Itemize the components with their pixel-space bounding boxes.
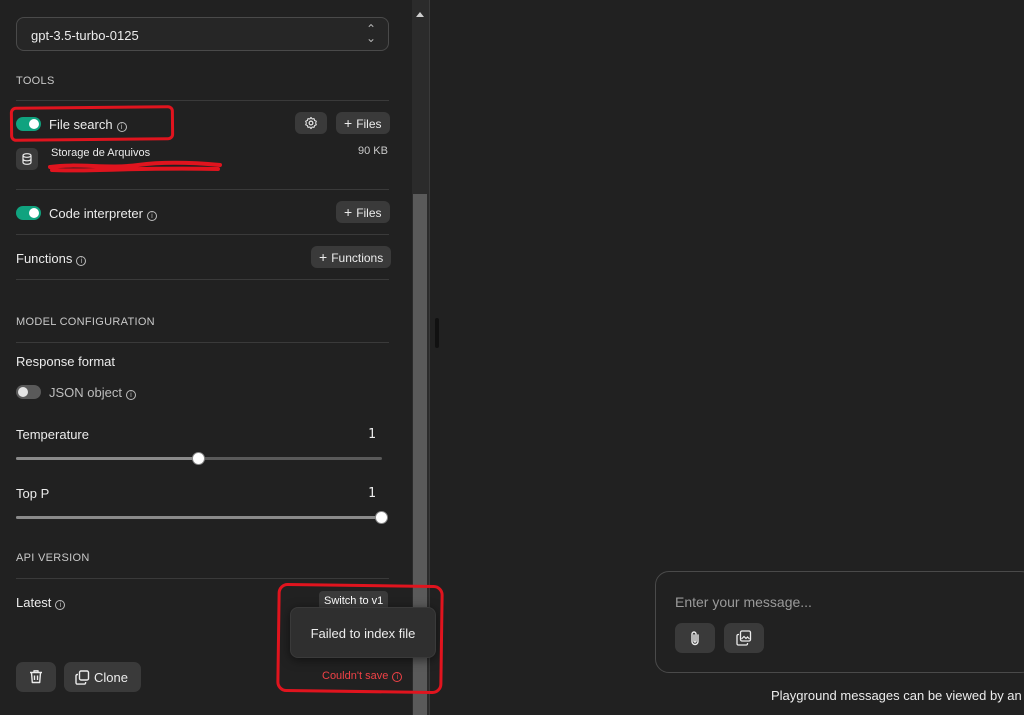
temperature-slider-thumb[interactable] <box>192 452 205 465</box>
privacy-footer-note: Playground messages can be viewed by an <box>771 688 1022 703</box>
annotation-scribble <box>48 160 222 173</box>
model-select[interactable]: gpt-3.5-turbo-0125 ⌃ ⌄ <box>16 17 389 51</box>
divider <box>16 189 389 190</box>
file-search-add-files-button[interactable]: + Files <box>336 112 390 134</box>
info-icon[interactable]: i <box>76 256 87 266</box>
scroll-up-arrow-icon[interactable] <box>416 12 424 17</box>
plus-icon: + <box>344 115 353 131</box>
temperature-label: Temperature <box>16 427 89 442</box>
database-icon <box>16 148 38 170</box>
plus-icon: + <box>344 204 353 220</box>
temperature-value[interactable]: 1 <box>368 427 376 442</box>
top-p-value[interactable]: 1 <box>368 486 376 501</box>
functions-label-text: Functions <box>16 251 73 266</box>
paperclip-icon <box>691 631 699 646</box>
tools-section-title: TOOLS <box>16 75 55 87</box>
divider <box>16 279 389 280</box>
clone-assistant-button[interactable]: Clone <box>64 662 141 692</box>
json-object-label: JSON object i <box>49 385 136 400</box>
info-icon[interactable]: i <box>125 390 136 400</box>
add-function-button[interactable]: + Functions <box>311 246 392 268</box>
resize-handle[interactable] <box>435 318 439 348</box>
api-version-section-title: API VERSION <box>16 552 90 564</box>
code-interpreter-label: Code interpreter i <box>49 206 157 221</box>
image-upload-button[interactable] <box>724 623 764 653</box>
model-config-section-title: MODEL CONFIGURATION <box>16 316 155 328</box>
message-input[interactable] <box>675 594 1015 610</box>
divider <box>16 578 389 579</box>
chevron-updown-icon: ⌃ ⌄ <box>365 22 376 45</box>
code-interpreter-label-text: Code interpreter <box>49 206 143 221</box>
attach-button[interactable] <box>675 623 715 653</box>
info-icon[interactable]: i <box>55 600 66 610</box>
response-format-label: Response format <box>16 354 115 369</box>
slider-fill <box>16 516 382 519</box>
annotation-box-file-search <box>9 105 175 142</box>
top-p-slider[interactable] <box>16 511 388 524</box>
gear-icon <box>305 116 317 130</box>
toggle-knob <box>29 208 39 218</box>
file-search-settings-button[interactable] <box>295 112 327 134</box>
slider-fill <box>16 457 199 460</box>
copy-icon <box>75 670 90 685</box>
clone-label: Clone <box>94 670 128 685</box>
temperature-slider[interactable] <box>16 452 382 465</box>
functions-label: Functions i <box>16 251 87 266</box>
toggle-knob <box>18 387 28 397</box>
code-interpreter-add-files-button[interactable]: + Files <box>336 201 390 223</box>
json-object-toggle[interactable] <box>16 385 41 399</box>
button-label: Files <box>356 117 382 131</box>
code-interpreter-toggle[interactable] <box>16 206 41 220</box>
json-object-label-text: JSON object <box>49 385 122 400</box>
divider <box>16 100 389 101</box>
top-p-slider-thumb[interactable] <box>375 511 388 524</box>
button-label: Functions <box>331 251 384 265</box>
button-label: Files <box>356 206 382 220</box>
model-select-value: gpt-3.5-turbo-0125 <box>31 28 139 43</box>
vector-store-size: 90 KB <box>358 145 388 157</box>
trash-icon <box>30 670 42 684</box>
divider <box>16 234 389 235</box>
info-icon[interactable]: i <box>146 211 157 221</box>
top-p-label: Top P <box>16 486 50 501</box>
annotation-box-error <box>276 582 444 695</box>
message-composer <box>655 571 1024 673</box>
plus-icon: + <box>319 249 328 265</box>
divider <box>16 342 389 343</box>
api-version-label: Latest i <box>16 595 66 610</box>
images-icon <box>736 630 752 646</box>
delete-assistant-button[interactable] <box>16 662 56 692</box>
api-version-label-text: Latest <box>16 595 52 610</box>
